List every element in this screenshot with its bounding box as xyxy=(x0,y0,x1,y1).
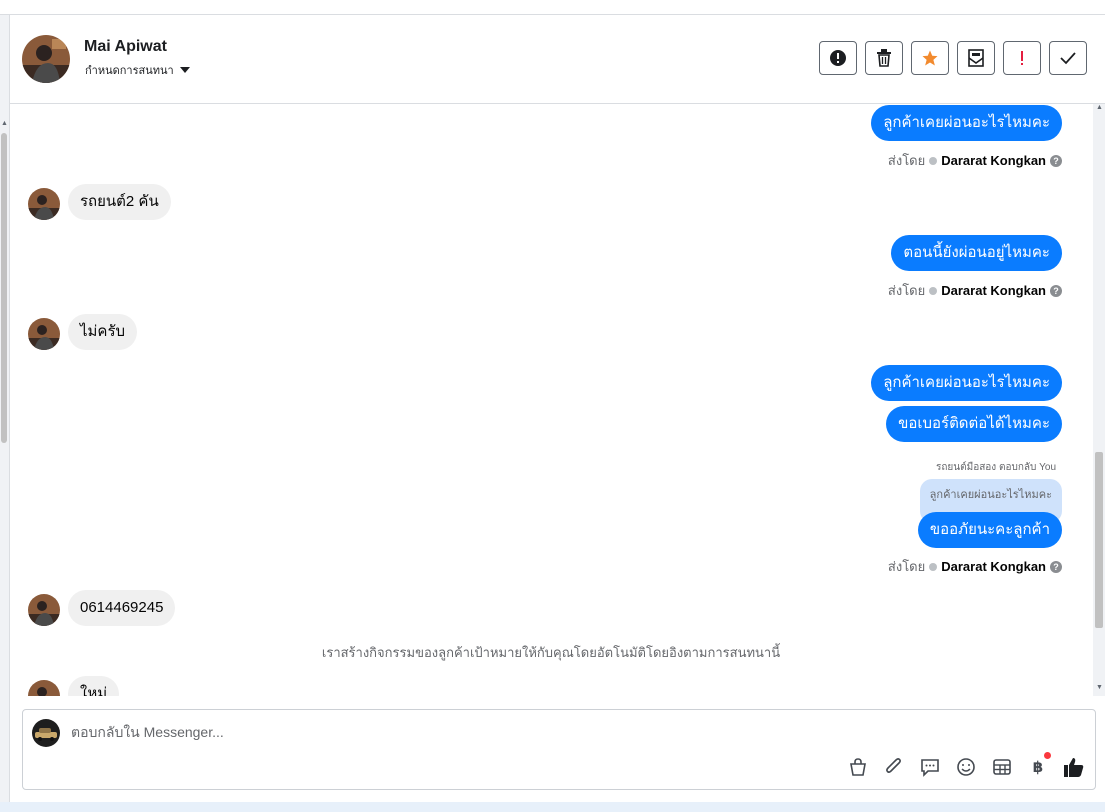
chat-bubble-icon xyxy=(921,759,939,777)
reply-composer: ฿ xyxy=(22,709,1096,790)
check-icon xyxy=(1060,52,1076,65)
caret-down-icon xyxy=(179,67,190,73)
message-incoming[interactable]: 0614469245 xyxy=(68,590,176,626)
message-bubble[interactable]: 0614469245 xyxy=(68,590,176,626)
agent-name[interactable]: Dararat Kongkan xyxy=(941,283,1046,298)
message-outgoing[interactable]: ตอนนี้ยังผ่อนอยู่ไหมคะ xyxy=(891,235,1062,271)
sender-avatar[interactable] xyxy=(28,318,60,350)
notification-dot xyxy=(1044,752,1051,759)
trash-icon xyxy=(877,49,891,67)
left-scrollbar[interactable]: ▲ xyxy=(0,15,10,805)
message-outgoing[interactable]: ขอเบอร์ติดต่อได้ไหมคะ xyxy=(886,406,1062,442)
message-bubble[interactable]: ตอนนี้ยังผ่อนอยู่ไหมคะ xyxy=(891,235,1062,271)
message-incoming[interactable]: รถยนต์2 คัน xyxy=(68,184,171,220)
scroll-down-icon[interactable]: ▼ xyxy=(1096,684,1103,691)
sent-by-label: ส่งโดย xyxy=(887,559,926,574)
message-incoming[interactable]: ใหม่ xyxy=(68,676,120,696)
status-dot-icon xyxy=(929,562,938,571)
help-icon[interactable]: ? xyxy=(1050,560,1062,573)
sent-by-label: ส่งโดย xyxy=(887,283,926,298)
message-bubble[interactable]: ไม่ครับ xyxy=(68,314,138,350)
sent-by-line: ส่งโดย Dararat Kongkan ? xyxy=(888,556,1062,577)
sent-by-label: ส่งโดย xyxy=(887,153,926,168)
composer-toolbar: ฿ xyxy=(847,752,1085,778)
scroll-up-icon[interactable]: ▲ xyxy=(1096,104,1103,111)
contact-name[interactable]: Mai Apiwat xyxy=(84,38,167,56)
delete-button[interactable] xyxy=(865,41,903,75)
help-icon[interactable]: ? xyxy=(1050,154,1062,167)
mark-important-button[interactable] xyxy=(819,41,857,75)
chat-scrollbar[interactable]: ▲ ▼ xyxy=(1093,104,1105,696)
message-bubble[interactable]: ใหม่ xyxy=(68,676,120,696)
chat-scrollbar-thumb[interactable] xyxy=(1095,452,1103,628)
thumbs-up-icon xyxy=(1064,758,1084,777)
agent-name[interactable]: Dararat Kongkan xyxy=(941,559,1046,574)
message-bubble[interactable]: ลูกค้าเคยผ่อนอะไรไหมคะ xyxy=(871,105,1062,141)
top-strip xyxy=(0,0,1105,15)
page-avatar xyxy=(32,719,60,747)
emoji-icon xyxy=(957,758,975,776)
sender-avatar[interactable] xyxy=(28,594,60,626)
payment-button[interactable]: ฿ xyxy=(1027,752,1051,778)
reply-meta-text: รถยนต์มือสอง ตอบกลับ You xyxy=(935,462,1056,473)
shopping-bag-icon xyxy=(850,758,866,776)
message-outgoing[interactable]: ลูกค้าเคยผ่อนอะไรไหมคะ xyxy=(871,365,1062,401)
conversation-label-dropdown[interactable]: กำหนดการสนทนา xyxy=(85,61,190,79)
status-dot-icon xyxy=(929,286,938,295)
attach-button[interactable] xyxy=(883,756,905,778)
message-bubble[interactable]: ลูกค้าเคยผ่อนอะไรไหมคะ xyxy=(871,365,1062,401)
bottom-strip xyxy=(0,802,1105,812)
shopping-bag-button[interactable] xyxy=(847,756,869,778)
emoji-button[interactable] xyxy=(955,756,977,778)
message-bubble[interactable]: รถยนต์2 คัน xyxy=(68,184,171,220)
star-button[interactable] xyxy=(911,41,949,75)
reply-meta: รถยนต์มือสอง ตอบกลับ You xyxy=(936,460,1056,475)
sender-avatar[interactable] xyxy=(28,188,60,220)
scroll-up-icon[interactable]: ▲ xyxy=(1,120,8,127)
mark-unread-button[interactable] xyxy=(957,41,995,75)
table-icon xyxy=(993,759,1011,775)
envelope-icon xyxy=(968,49,984,67)
system-note: เราสร้างกิจกรรมของลูกค้าเป้าหมายให้กับคุ… xyxy=(321,645,781,660)
table-button[interactable] xyxy=(991,756,1013,778)
message-outgoing[interactable]: ลูกค้าเคยผ่อนอะไรไหมคะ xyxy=(871,105,1062,141)
conversation-header: Mai Apiwat กำหนดการสนทนา xyxy=(10,15,1105,104)
message-bubble[interactable]: ขอเบอร์ติดต่อได้ไหมคะ xyxy=(886,406,1062,442)
paperclip-icon xyxy=(886,758,901,773)
help-icon[interactable]: ? xyxy=(1050,284,1062,297)
saved-replies-button[interactable] xyxy=(919,756,941,778)
conversation-label-text: กำหนดการสนทนา xyxy=(85,65,174,77)
sent-by-line: ส่งโดย Dararat Kongkan ? xyxy=(888,280,1062,301)
status-dot-icon xyxy=(929,156,938,165)
header-actions xyxy=(819,41,1087,75)
done-button[interactable] xyxy=(1049,41,1087,75)
message-bubble[interactable]: ขออภัยนะคะลูกค้า xyxy=(917,512,1062,548)
spam-button[interactable] xyxy=(1003,41,1041,75)
sent-by-line: ส่งโดย Dararat Kongkan ? xyxy=(888,150,1062,171)
message-thread[interactable]: ลูกค้าเคยผ่อนอะไรไหมคะ ส่งโดย Dararat Ko… xyxy=(10,104,1092,696)
baht-icon: ฿ xyxy=(1032,759,1044,776)
quoted-text: ลูกค้าเคยผ่อนอะไรไหมคะ xyxy=(929,489,1052,501)
reply-input[interactable] xyxy=(71,724,971,740)
like-button[interactable] xyxy=(1063,756,1085,778)
message-incoming[interactable]: ไม่ครับ xyxy=(68,314,138,350)
agent-name[interactable]: Dararat Kongkan xyxy=(941,153,1046,168)
spam-icon xyxy=(1021,51,1023,65)
message-outgoing[interactable]: ขออภัยนะคะลูกค้า xyxy=(917,512,1062,548)
contact-avatar[interactable] xyxy=(22,35,70,83)
star-icon xyxy=(922,50,938,66)
sender-avatar[interactable] xyxy=(28,680,60,696)
left-scrollbar-thumb[interactable] xyxy=(1,133,7,443)
exclamation-circle-icon xyxy=(830,50,846,66)
